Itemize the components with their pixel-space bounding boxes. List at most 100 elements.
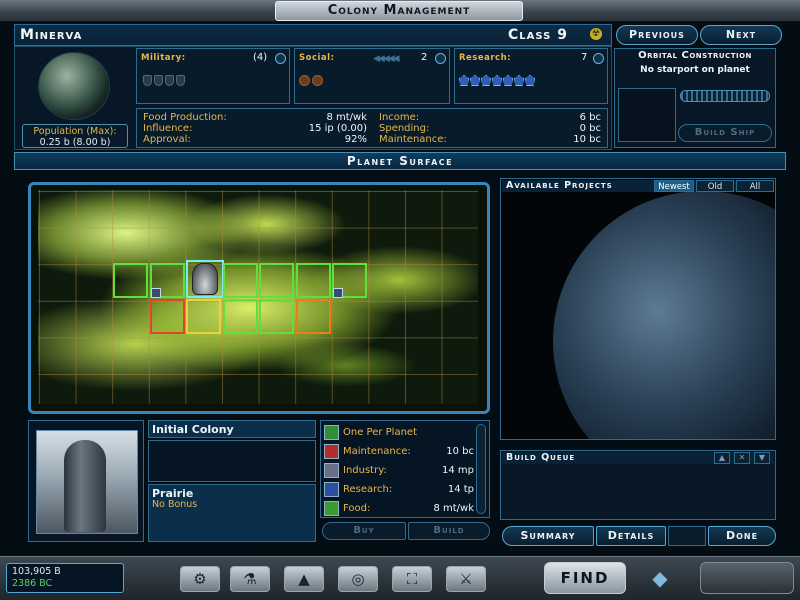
one-per-planet-icon	[324, 425, 339, 440]
tower-icon	[64, 440, 106, 532]
graphs-icon[interactable]: ⛶	[392, 566, 432, 592]
property-row: Research: 14 tp	[324, 481, 474, 498]
property-value: 10 bc	[446, 446, 474, 457]
colony-class: Class 9	[508, 27, 568, 43]
social-label: Social:	[299, 53, 335, 63]
previous-button[interactable]: Previous	[616, 25, 698, 45]
military-label: Military:	[141, 53, 186, 63]
colony-building-icon[interactable]	[192, 263, 218, 295]
improvement-description	[148, 440, 316, 482]
orbital-message: No starport on planet	[640, 65, 750, 75]
map-tile[interactable]	[223, 263, 258, 298]
property-value: 14 tp	[447, 484, 474, 495]
income-label: Income:	[379, 112, 420, 123]
military-shields	[143, 75, 185, 86]
queue-remove-icon[interactable]: ✕	[734, 452, 750, 464]
property-value: 8 mt/wk	[433, 503, 474, 514]
research-point-icon	[492, 75, 502, 86]
property-label: Food:	[343, 503, 371, 514]
food-label: Food Production:	[143, 112, 227, 123]
military-value: (4)	[253, 52, 268, 63]
buy-button[interactable]: Buy	[322, 522, 406, 540]
property-row: Food: 8 mt/wk	[324, 500, 474, 517]
influence-value: 15 ip (0.00)	[308, 123, 367, 134]
arrows-icon: ◀◀◀◀◀	[373, 54, 400, 64]
orbital-title: Orbital Construction	[638, 50, 752, 61]
map-tile[interactable]	[259, 263, 294, 298]
social-box: Social: ◀◀◀◀◀ 2	[294, 48, 450, 104]
military-box: Military: (4)	[136, 48, 290, 104]
filter-old-tab[interactable]: Old	[696, 180, 734, 192]
details-button[interactable]: Details	[596, 526, 666, 546]
planet-surface-header: Planet Surface	[14, 152, 786, 170]
shield-icon	[154, 75, 163, 86]
treasury-credits: 2386 BC	[12, 578, 53, 589]
build-button[interactable]: Build	[408, 522, 490, 540]
property-label: Research:	[343, 484, 393, 495]
population-value: 0.25 b (8.00 b)	[39, 137, 111, 148]
property-row: One Per Planet	[324, 424, 474, 441]
terrain-bonus: No Bonus	[152, 499, 198, 510]
research-label: Research:	[459, 53, 512, 63]
food-value: 8 mt/wk	[326, 112, 367, 123]
research-point-icon	[503, 75, 513, 86]
planets-icon[interactable]: ▲	[284, 566, 324, 592]
ship-slots	[680, 90, 770, 102]
map-tile[interactable]	[113, 263, 148, 298]
property-row: Industry: 14 mp	[324, 462, 474, 479]
maintenance-label: Maintenance:	[379, 134, 447, 145]
maintenance-value: 10 bc	[573, 134, 601, 145]
treasury-total: 103,905 B	[12, 566, 61, 577]
research-icon[interactable]: ⚗	[230, 566, 270, 592]
queue-title: Build Queue	[506, 452, 576, 463]
economy-box: Food Production: 8 mt/wk Influence: 15 i…	[136, 108, 608, 148]
food-icon	[324, 501, 339, 516]
population-label: Population (Max):	[33, 126, 117, 137]
income-value: 6 bc	[579, 112, 601, 123]
available-projects-panel	[500, 178, 776, 440]
next-button[interactable]: Next	[700, 25, 782, 45]
spending-label: Spending:	[379, 123, 430, 134]
diplomacy-icon[interactable]: ⚔	[446, 566, 486, 592]
approval-label: Approval:	[143, 134, 191, 145]
research-info-icon[interactable]	[593, 53, 604, 64]
done-button[interactable]: Done	[708, 526, 776, 546]
property-label: Maintenance:	[343, 446, 411, 457]
map-tile[interactable]	[186, 299, 221, 334]
build-ship-button[interactable]: Build Ship	[678, 124, 772, 142]
influence-label: Influence:	[143, 123, 193, 134]
research-box: Research: 7	[454, 48, 608, 104]
social-icons	[299, 75, 323, 86]
property-label: Industry:	[343, 465, 387, 476]
property-label: One Per Planet	[343, 427, 418, 438]
map-tile[interactable]	[296, 299, 331, 334]
queue-up-icon[interactable]: ▲	[714, 452, 730, 464]
map-tile[interactable]	[223, 299, 258, 334]
queue-down-icon[interactable]: ▼	[754, 452, 770, 464]
approval-value: 92%	[344, 134, 367, 145]
planet-thumbnail[interactable]	[38, 52, 110, 120]
map-tile[interactable]	[259, 299, 294, 334]
tile-marker-icon	[151, 288, 161, 298]
empire-icon[interactable]: ◎	[338, 566, 378, 592]
map-tile[interactable]	[296, 263, 331, 298]
navigation-diamond-icon[interactable]: ◆	[640, 566, 680, 592]
research-icons	[459, 75, 535, 86]
map-grid[interactable]	[38, 190, 478, 404]
projects-title: Available Projects	[506, 180, 613, 191]
summary-button[interactable]: Summary	[502, 526, 594, 546]
social-unit-icon	[312, 75, 323, 86]
end-turn-button[interactable]	[700, 562, 794, 594]
research-point-icon	[525, 75, 535, 86]
social-info-icon[interactable]	[435, 53, 446, 64]
map-tile[interactable]	[150, 299, 185, 334]
military-info-icon[interactable]	[275, 53, 286, 64]
filter-all-tab[interactable]: All	[736, 180, 774, 192]
find-button[interactable]: FIND	[544, 562, 626, 594]
maintenance-icon	[324, 444, 339, 459]
government-icon[interactable]: ⚙	[180, 566, 220, 592]
radiation-icon: ☢	[590, 28, 602, 40]
properties-scrollbar[interactable]	[476, 424, 486, 514]
filter-newest-tab[interactable]: Newest	[654, 180, 694, 192]
planet-globe	[553, 191, 775, 439]
